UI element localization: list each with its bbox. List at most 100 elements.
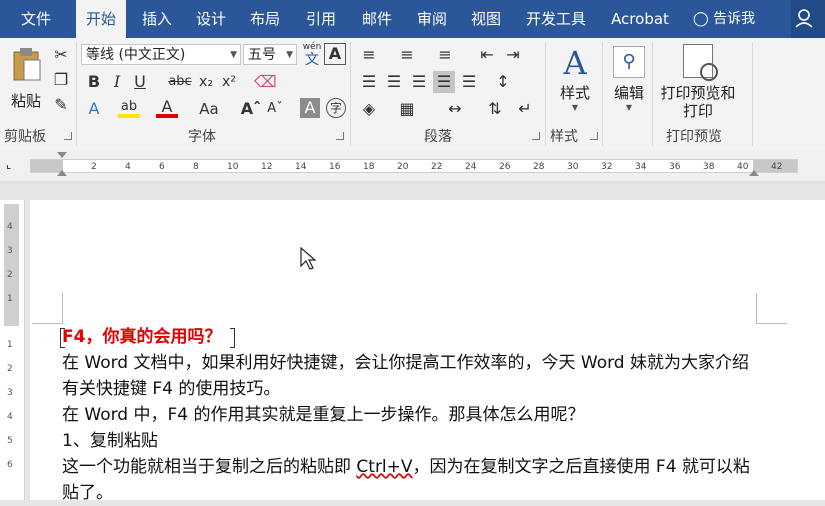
bold-button[interactable]: B bbox=[83, 71, 105, 93]
paragraph-line[interactable]: 1、复制粘贴 bbox=[62, 428, 158, 454]
share-user-button[interactable] bbox=[791, 0, 825, 38]
print-preview-button[interactable]: 打印预览和 打印 bbox=[656, 44, 740, 120]
paintbrush-icon: ✎ bbox=[54, 95, 68, 114]
chevron-down-icon: ▼ bbox=[286, 50, 293, 60]
bullet-list-icon: ≡ bbox=[362, 45, 376, 64]
strikethrough-button[interactable]: abc bbox=[168, 71, 192, 93]
print-preview-label-1: 打印预览和 bbox=[660, 84, 736, 102]
distributed-button[interactable]: ☰ bbox=[458, 71, 480, 93]
show-marks-button[interactable]: ↵ bbox=[514, 98, 536, 120]
superscript-button[interactable]: x² bbox=[218, 71, 240, 93]
vruler-tick: 5 bbox=[7, 436, 13, 446]
styles-button[interactable]: A 样式 ▼ bbox=[552, 44, 598, 112]
line-spacing-icon: ↕ bbox=[496, 72, 510, 91]
highlight-button[interactable]: ab bbox=[118, 96, 140, 118]
editing-button[interactable]: ⚲ 编辑 ▼ bbox=[606, 44, 652, 112]
italic-button[interactable]: I bbox=[106, 71, 128, 93]
horizontal-ruler[interactable]: ⌞ 2 4 6 8 10 12 14 16 18 20 22 24 26 28 … bbox=[0, 150, 825, 182]
sort-icon: ⇅ bbox=[488, 99, 502, 118]
vertical-ruler[interactable]: 4 3 2 1 1 2 3 4 5 6 bbox=[0, 200, 25, 500]
underline-button[interactable]: U bbox=[129, 71, 151, 93]
ruler-tick: 28 bbox=[533, 162, 545, 172]
char-shading-button[interactable]: A bbox=[300, 98, 320, 118]
enclose-char-button[interactable]: 字 bbox=[326, 98, 346, 118]
font-size-combo[interactable]: 五号 ▼ bbox=[243, 44, 297, 65]
ruler-tick: 2 bbox=[91, 162, 97, 172]
paragraph-launcher-icon[interactable] bbox=[532, 132, 540, 140]
clear-format-button[interactable]: ⌫ bbox=[254, 71, 277, 93]
subscript-button[interactable]: x₂ bbox=[195, 71, 217, 93]
format-painter-button[interactable]: ✎ bbox=[50, 94, 72, 116]
align-left-button[interactable]: ☰ bbox=[358, 71, 380, 93]
shrink-font-button[interactable]: Aˇ bbox=[264, 98, 286, 120]
phonetic-guide-button[interactable]: wén 文 bbox=[302, 42, 322, 68]
paragraph-line[interactable]: 在 Word 中，F4 的作用其实就是重复上一步操作。那具体怎么用呢？ bbox=[62, 402, 585, 428]
sort-button[interactable]: ⇅ bbox=[484, 98, 506, 120]
chinese-layout-button[interactable]: ↔ bbox=[444, 98, 466, 120]
tab-file[interactable]: 文件 bbox=[10, 0, 62, 38]
ruler-tick: 6 bbox=[159, 162, 165, 172]
ruler-tick: 12 bbox=[261, 162, 273, 172]
tab-selector-icon[interactable]: ⌞ bbox=[6, 159, 18, 171]
tab-view[interactable]: 视图 bbox=[462, 0, 510, 38]
margin-corner-top-right bbox=[756, 293, 787, 324]
print-preview-label-2: 打印 bbox=[682, 102, 713, 120]
paragraph-line[interactable]: 这一个功能就相当于复制之后的粘贴即 Ctrl+V，因为在复制文字之后直接使用 F… bbox=[62, 454, 750, 480]
align-right-button[interactable]: ☰ bbox=[408, 71, 430, 93]
vruler-tick: 4 bbox=[7, 222, 13, 232]
change-case-button[interactable]: Aa bbox=[194, 98, 224, 120]
tab-developer[interactable]: 开发工具 bbox=[518, 0, 594, 38]
paragraph-line[interactable]: 有关快捷键 F4 的使用技巧。 bbox=[62, 376, 280, 402]
font-color-button[interactable]: A bbox=[156, 96, 178, 118]
tab-layout[interactable]: 布局 bbox=[242, 0, 288, 38]
chevron-down-icon: ▼ bbox=[625, 103, 633, 112]
divider bbox=[545, 42, 546, 146]
tab-design[interactable]: 设计 bbox=[188, 0, 234, 38]
ruler-tick: 30 bbox=[567, 162, 579, 172]
ruler-tick: 38 bbox=[703, 162, 715, 172]
ruler-tick: 16 bbox=[329, 162, 341, 172]
multilevel-list-button[interactable]: ≡ bbox=[434, 44, 456, 66]
tab-review[interactable]: 审阅 bbox=[408, 0, 456, 38]
tab-insert[interactable]: 插入 bbox=[134, 0, 180, 38]
paragraph-line[interactable]: 贴了。 bbox=[62, 480, 113, 506]
paste-button[interactable]: 粘贴 bbox=[6, 44, 46, 114]
cut-button[interactable]: ✂ bbox=[50, 44, 72, 66]
distribute-icon: ☰ bbox=[461, 72, 477, 91]
line-spacing-button[interactable]: ↕ bbox=[492, 71, 514, 93]
justify-button[interactable]: ☰ bbox=[433, 71, 455, 93]
ruler-tick: 34 bbox=[635, 162, 647, 172]
shading-button[interactable]: ◈ bbox=[358, 98, 380, 120]
tab-home[interactable]: 开始 bbox=[76, 0, 126, 38]
bullets-button[interactable]: ≡ bbox=[358, 44, 380, 66]
grow-font-button[interactable]: Aˆ bbox=[240, 98, 262, 120]
copy-button[interactable]: ❐ bbox=[50, 69, 72, 91]
tab-mailings[interactable]: 邮件 bbox=[352, 0, 402, 38]
font-name-combo[interactable]: 等线 (中文正文) ▼ bbox=[81, 44, 241, 65]
numbering-button[interactable]: ≡ bbox=[396, 44, 418, 66]
tab-acrobat[interactable]: Acrobat bbox=[602, 0, 678, 38]
decrease-indent-button[interactable]: ⇤ bbox=[476, 44, 498, 66]
ruler-tick: 42 bbox=[771, 162, 783, 172]
styles-launcher-icon[interactable] bbox=[590, 132, 598, 140]
paste-label: 粘贴 bbox=[10, 92, 41, 110]
borders-button[interactable]: ▦ bbox=[396, 98, 418, 120]
vruler-tick: 3 bbox=[7, 246, 13, 256]
char-border-button[interactable]: A bbox=[324, 43, 346, 65]
clipboard-launcher-icon[interactable] bbox=[64, 132, 72, 140]
paint-bucket-icon: ◈ bbox=[362, 99, 376, 118]
phonetic-char: 文 bbox=[305, 52, 319, 68]
paragraph-line[interactable]: 在 Word 文档中，如果利用好快捷键，会让你提高工作效率的，今天 Word 妹… bbox=[62, 350, 749, 376]
font-size-value: 五号 bbox=[248, 47, 276, 63]
text-effects-button[interactable]: A bbox=[83, 98, 105, 120]
increase-indent-button[interactable]: ⇥ bbox=[502, 44, 524, 66]
document-heading[interactable]: F4，你真的会用吗？ bbox=[62, 324, 221, 350]
hanging-indent-marker[interactable] bbox=[57, 170, 67, 176]
tell-me-search[interactable]: ◯ 告诉我 bbox=[693, 0, 755, 38]
font-launcher-icon[interactable] bbox=[336, 132, 344, 140]
right-indent-marker[interactable] bbox=[749, 170, 759, 176]
tab-references[interactable]: 引用 bbox=[296, 0, 346, 38]
first-line-indent-marker[interactable] bbox=[57, 152, 67, 158]
pilcrow-icon: ↵ bbox=[518, 99, 532, 118]
align-center-button[interactable]: ☰ bbox=[383, 71, 405, 93]
